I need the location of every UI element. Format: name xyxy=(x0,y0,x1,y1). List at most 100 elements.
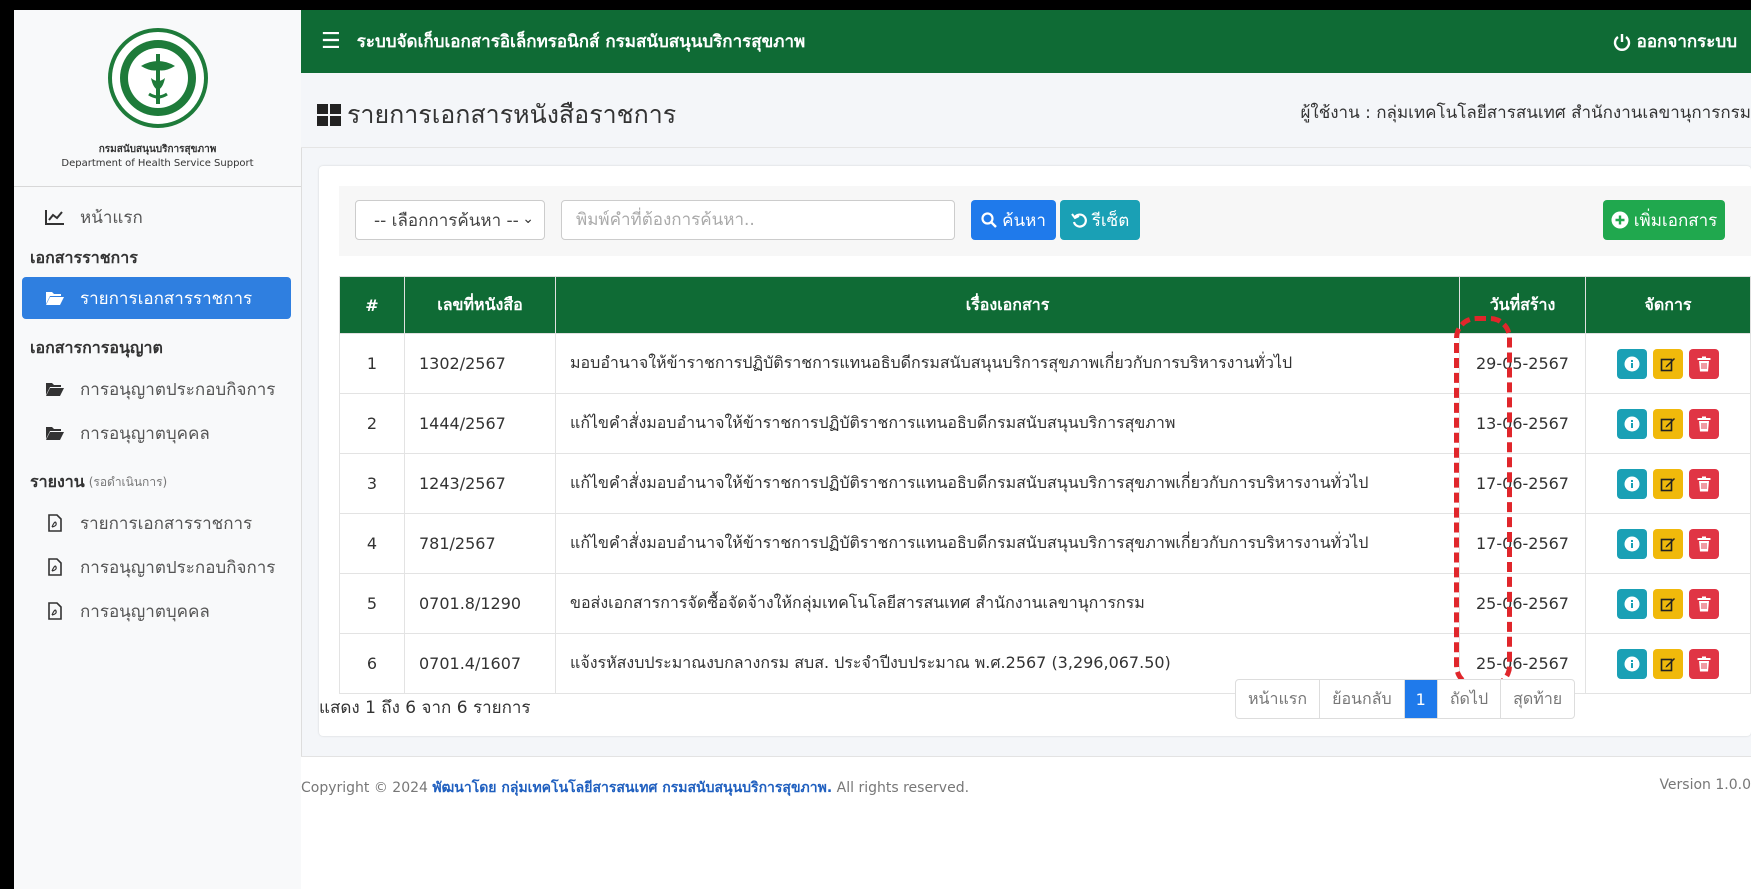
sidebar-item-label: หน้าแรก xyxy=(80,207,143,228)
cell-date: 25-06-2567 xyxy=(1459,573,1586,634)
trash-icon xyxy=(1697,356,1711,371)
delete-button[interactable] xyxy=(1689,648,1719,679)
ministry-logo xyxy=(107,28,208,128)
sidebar-item-label: รายการเอกสารราชการ xyxy=(80,288,253,309)
power-icon xyxy=(1613,33,1630,51)
table-row: 3 1243/2567 แก้ไขคำสั่งมอบอำนาจให้ข้าราชกา… xyxy=(339,453,1751,514)
cell-subject: แก้ไขคำสั่งมอบอำนาจให้ข้าราชการปฏิบัติรา… xyxy=(555,393,1460,454)
trash-icon xyxy=(1697,536,1711,551)
chevron-down-icon: ⌄ xyxy=(522,211,534,227)
delete-button[interactable] xyxy=(1689,588,1719,619)
page-title-bar: รายการเอกสารหนังสือราชการ ผู้ใช้งาน : กล… xyxy=(301,73,1751,148)
edit-icon xyxy=(1660,417,1675,431)
sidebar-section-official-docs: เอกสารราชการ xyxy=(30,247,138,267)
cell-number: 3 xyxy=(339,453,405,514)
brand-block: กรมสนับสนุนบริการสุขภาพ Department of He… xyxy=(14,10,301,187)
edit-button[interactable] xyxy=(1653,408,1683,439)
plus-circle-icon xyxy=(1611,211,1629,229)
cell-doc-no: 0701.4/1607 xyxy=(404,633,556,694)
info-button[interactable] xyxy=(1617,408,1647,439)
edit-icon xyxy=(1660,477,1675,491)
table-summary: แสดง 1 ถึง 6 จาก 6 รายการ xyxy=(319,698,531,718)
reset-button[interactable]: รีเซ็ต xyxy=(1060,200,1140,240)
delete-button[interactable] xyxy=(1689,348,1719,379)
trash-icon xyxy=(1697,656,1711,671)
edit-button[interactable] xyxy=(1653,348,1683,379)
pager-first[interactable]: หน้าแรก xyxy=(1236,680,1321,718)
edit-button[interactable] xyxy=(1653,468,1683,499)
folder-open-icon xyxy=(44,289,66,307)
cell-number: 6 xyxy=(339,633,405,694)
sidebar-item-official-doc-list[interactable]: รายการเอกสารราชการ xyxy=(22,277,291,319)
pager-prev[interactable]: ย้อนกลับ xyxy=(1320,680,1405,718)
sidebar: กรมสนับสนุนบริการสุขภาพ Department of He… xyxy=(14,10,302,889)
col-number: # xyxy=(339,276,405,334)
section-title: รายงาน xyxy=(30,471,85,491)
sidebar-item-report-business-permit[interactable]: การอนุญาตประกอบกิจการ xyxy=(14,545,301,589)
pager-next[interactable]: ถัดไป xyxy=(1438,680,1502,718)
document-card: -- เลือกการค้นหา -- ⌄ ค้นหา รีเซ็ต เพิ่ม… xyxy=(319,166,1751,736)
action-group xyxy=(1587,348,1749,379)
sidebar-item-report-person-permit[interactable]: การอนุญาตบุคคล xyxy=(14,589,301,633)
cell-actions xyxy=(1585,453,1751,514)
info-icon xyxy=(1624,656,1640,671)
logout-button[interactable]: ออกจากระบบ xyxy=(1613,10,1737,73)
pdf-file-icon xyxy=(44,514,66,532)
cell-subject: ขอส่งเอกสารการจัดซื้อจัดจ้างให้กลุ่มเทคโ… xyxy=(555,573,1460,634)
edit-button[interactable] xyxy=(1653,588,1683,619)
sidebar-item-business-permit[interactable]: การอนุญาตประกอบกิจการ xyxy=(14,367,301,411)
cell-number: 2 xyxy=(339,393,405,454)
info-icon xyxy=(1624,476,1640,491)
search-button[interactable]: ค้นหา xyxy=(971,200,1056,240)
info-button[interactable] xyxy=(1617,648,1647,679)
copyright-suffix: All rights reserved. xyxy=(836,780,970,796)
app-window: กรมสนับสนุนบริการสุขภาพ Department of He… xyxy=(14,10,1751,889)
pager-last[interactable]: สุดท้าย xyxy=(1501,680,1574,718)
action-group xyxy=(1587,528,1749,559)
developer-link[interactable]: พัฒนาโดย กลุ่มเทคโนโลยีสารสนเทศ กรมสนับส… xyxy=(432,780,832,796)
sidebar-item-label: รายการเอกสารราชการ xyxy=(80,513,253,534)
grid-icon xyxy=(317,104,341,126)
cell-date: 13-06-2567 xyxy=(1459,393,1586,454)
cell-actions xyxy=(1585,513,1751,574)
reset-button-label: รีเซ็ต xyxy=(1091,210,1130,231)
search-input[interactable] xyxy=(561,200,955,240)
delete-button[interactable] xyxy=(1689,408,1719,439)
sidebar-item-report-official-docs[interactable]: รายการเอกสารราชการ xyxy=(14,501,301,545)
top-header: ☰ ระบบจัดเก็บเอกสารอิเล็กทรอนิกส์ กรมสนั… xyxy=(301,10,1751,73)
pager-current[interactable]: 1 xyxy=(1404,680,1438,718)
copyright: Copyright © 2024 พัฒนาโดย กลุ่มเทคโนโลยี… xyxy=(301,777,969,799)
add-document-button[interactable]: เพิ่มเอกสาร xyxy=(1603,200,1725,240)
action-group xyxy=(1587,468,1749,499)
search-type-select[interactable]: -- เลือกการค้นหา -- ⌄ xyxy=(355,200,545,240)
cell-date: 17-06-2567 xyxy=(1459,513,1586,574)
document-table: # เลขที่หนังสือ เรื่องเอกสาร วันที่สร้าง… xyxy=(339,276,1751,694)
edit-icon xyxy=(1660,597,1675,611)
info-icon xyxy=(1624,356,1640,371)
sidebar-item-person-permit[interactable]: การอนุญาตบุคคล xyxy=(14,411,301,455)
info-button[interactable] xyxy=(1617,348,1647,379)
sidebar-item-home[interactable]: หน้าแรก xyxy=(14,195,301,239)
info-icon xyxy=(1624,536,1640,551)
edit-button[interactable] xyxy=(1653,528,1683,559)
search-toolbar: -- เลือกการค้นหา -- ⌄ ค้นหา รีเซ็ต เพิ่ม… xyxy=(339,186,1751,256)
delete-button[interactable] xyxy=(1689,528,1719,559)
info-button[interactable] xyxy=(1617,588,1647,619)
trash-icon xyxy=(1697,596,1711,611)
copyright-prefix: Copyright © 2024 xyxy=(301,780,428,796)
info-button[interactable] xyxy=(1617,528,1647,559)
search-icon xyxy=(981,212,997,228)
info-icon xyxy=(1624,416,1640,431)
edit-button[interactable] xyxy=(1653,648,1683,679)
table-row: 4 781/2567 แก้ไขคำสั่งมอบอำนาจให้ข้าราชการ… xyxy=(339,513,1751,574)
pagination: หน้าแรก ย้อนกลับ 1 ถัดไป สุดท้าย xyxy=(1235,679,1576,719)
edit-icon xyxy=(1660,357,1675,371)
info-button[interactable] xyxy=(1617,468,1647,499)
sidebar-section-reports: รายงาน (รอดำเนินการ) xyxy=(14,463,301,501)
sidebar-item-label: การอนุญาตบุคคล xyxy=(80,601,210,622)
delete-button[interactable] xyxy=(1689,468,1719,499)
version-label: Version 1.0.0 xyxy=(1659,777,1751,793)
cell-doc-no: 1243/2567 xyxy=(404,453,556,514)
table-row: 5 0701.8/1290 ขอส่งเอกสารการจัดซื้อจัดจ้าง… xyxy=(339,573,1751,634)
hamburger-menu-icon[interactable]: ☰ xyxy=(321,29,341,54)
